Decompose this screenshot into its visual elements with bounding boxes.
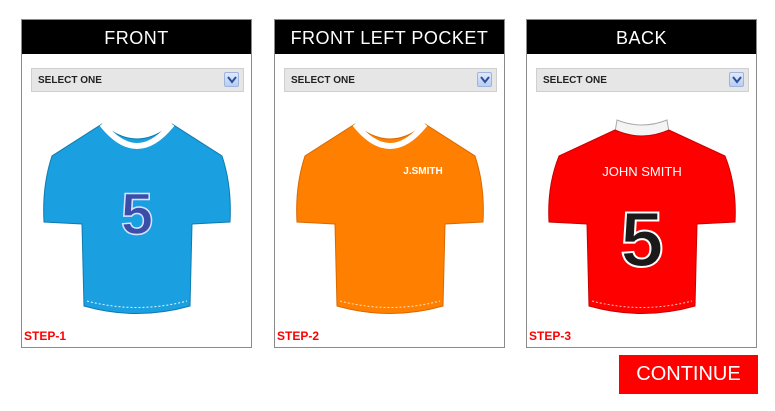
panel-front-left-pocket: FRONT LEFT POCKET SELECT ONE J.SMITH STE…	[274, 19, 505, 348]
shirt-pocket-text: J.SMITH	[403, 166, 442, 177]
front-select[interactable]: SELECT ONE	[31, 68, 244, 92]
panel-back: BACK SELECT ONE JOHN SMITH 5 STEP-3	[526, 19, 757, 348]
shirt-back-name: JOHN SMITH	[602, 164, 681, 179]
panel-front: FRONT SELECT ONE 5 STEP-1	[21, 19, 252, 348]
shirt-number: 5	[121, 182, 153, 247]
continue-button[interactable]: CONTINUE	[619, 355, 758, 394]
select-value: SELECT ONE	[38, 75, 102, 86]
pocket-select[interactable]: SELECT ONE	[284, 68, 497, 92]
step-label: STEP-3	[529, 329, 572, 343]
select-value: SELECT ONE	[543, 75, 607, 86]
chevron-down-icon[interactable]	[729, 72, 744, 87]
back-shirt-image: JOHN SMITH 5	[548, 119, 736, 314]
chevron-down-icon[interactable]	[477, 72, 492, 87]
panel-title: BACK	[527, 20, 756, 54]
step-label: STEP-2	[277, 329, 320, 343]
chevron-down-icon[interactable]	[224, 72, 239, 87]
front-shirt-image: 5	[43, 122, 231, 314]
shirt-number: 5	[620, 195, 663, 283]
select-value: SELECT ONE	[291, 75, 355, 86]
pocket-shirt-image: J.SMITH	[296, 122, 484, 314]
panel-title: FRONT LEFT POCKET	[275, 20, 504, 54]
back-select[interactable]: SELECT ONE	[536, 68, 749, 92]
step-label: STEP-1	[24, 329, 67, 343]
panel-title: FRONT	[22, 20, 251, 54]
